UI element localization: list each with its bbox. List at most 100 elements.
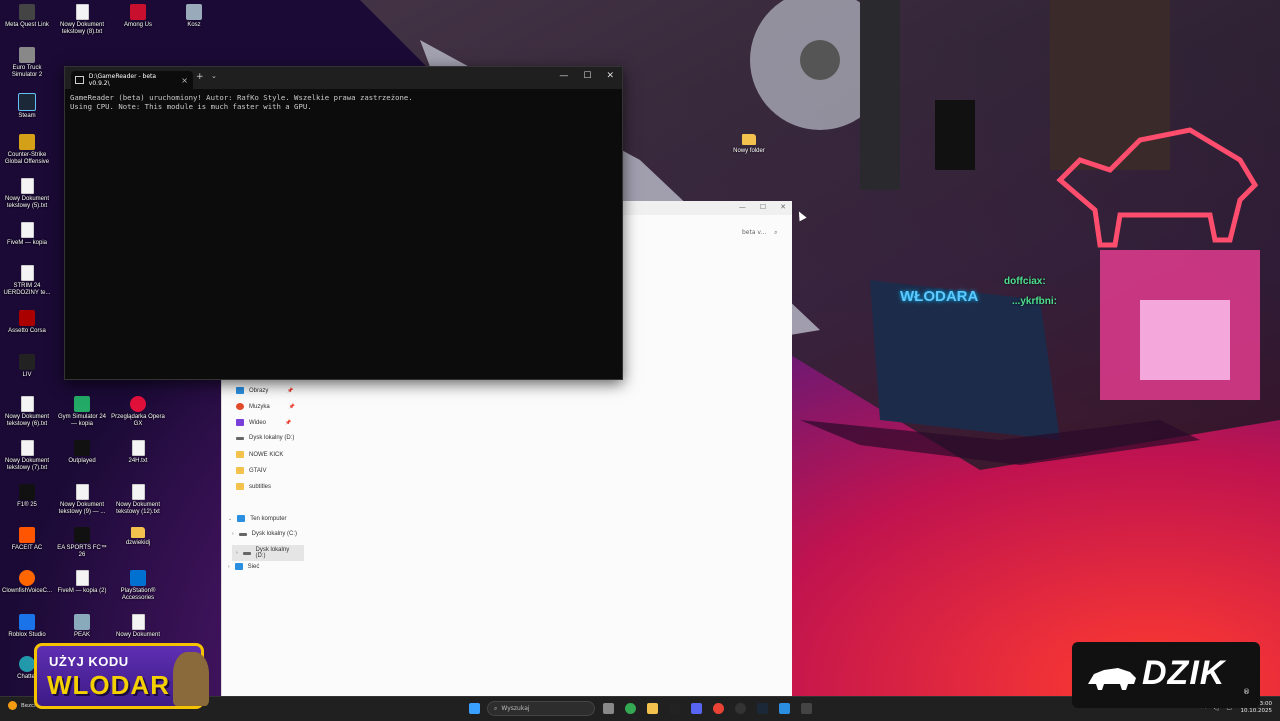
- terminal-titlebar[interactable]: D:\GameReader - beta v0.9.2\ × + ⌄ — ☐ ✕: [65, 67, 622, 89]
- maximize-button[interactable]: ☐: [760, 203, 766, 211]
- opera-gx-icon: [130, 396, 146, 412]
- new-tab-button[interactable]: +: [196, 72, 204, 82]
- desktop-icon-steam[interactable]: Steam: [0, 93, 54, 120]
- folder-icon: [236, 451, 244, 458]
- nav-item-gtaiv[interactable]: GTAIV: [236, 467, 267, 474]
- windows-start-icon[interactable]: [469, 703, 480, 714]
- nav-item-drive-c[interactable]: › Dysk lokalny (C:): [232, 531, 297, 537]
- drive-icon: [236, 436, 244, 440]
- steam-icon: [18, 93, 36, 111]
- obs-icon[interactable]: [735, 703, 746, 714]
- clownfish-icon: [19, 570, 35, 586]
- nav-item-drive-d[interactable]: Dysk lokalny (D:): [236, 435, 294, 441]
- nav-item-music[interactable]: Muzyka 📌: [236, 403, 295, 410]
- close-button[interactable]: ✕: [606, 71, 614, 81]
- tab-dropdown-button[interactable]: ⌄: [211, 72, 217, 80]
- minimize-button[interactable]: —: [559, 71, 568, 81]
- chrome-icon[interactable]: [625, 703, 636, 714]
- desktop-icon-text-doc-6[interactable]: Nowy Dokument tekstowy (6).txt: [0, 396, 54, 428]
- desktop-icon-new-folder[interactable]: Nowy folder: [728, 134, 770, 154]
- file-explorer-icon[interactable]: [647, 703, 658, 714]
- desktop-icon-text-doc-9[interactable]: Nowy Dokument tekstowy (9) — ...: [55, 484, 109, 516]
- desktop-icon-faceit[interactable]: FACEIT AC: [0, 527, 54, 552]
- nav-item-subtitles[interactable]: subtitles: [236, 483, 271, 490]
- promo-line-1: UŻYJ KODU: [49, 654, 129, 669]
- desktop-icon-opera-gx[interactable]: Przeglądarka Opera GX: [111, 396, 165, 428]
- app-icon[interactable]: [669, 703, 680, 714]
- weather-icon: [8, 701, 17, 710]
- folder-icon: [236, 483, 244, 490]
- desktop-icon-dzwiekidj[interactable]: dzwiekidj: [111, 527, 165, 547]
- desktop-icon-clownfish[interactable]: ClownfishVoiceC...: [0, 570, 54, 595]
- text-document-icon: [75, 4, 89, 20]
- network-icon: [234, 563, 243, 570]
- nav-item-drive-d-selected[interactable]: › Dysk lokalny (D:): [232, 545, 304, 561]
- desktop-icon-text-doc-5[interactable]: Nowy Dokument tekstowy (5).txt: [0, 178, 54, 210]
- desktop-icon-among-us[interactable]: Among Us: [111, 4, 165, 29]
- nav-item-nowe-kick[interactable]: NOWE KICK: [236, 451, 283, 458]
- maximize-button[interactable]: ☐: [583, 71, 591, 81]
- text-document-icon: [75, 570, 89, 586]
- text-document-icon: [20, 265, 34, 281]
- text-document-icon: [20, 222, 34, 238]
- chrome-icon[interactable]: [713, 703, 724, 714]
- desktop-icon-gym-simulator[interactable]: Gym Simulator 24 — kopia: [55, 396, 109, 428]
- sponsor-name: DZIK: [1142, 654, 1226, 692]
- taskbar-search-input[interactable]: ⌕ Wyszukaj: [487, 701, 595, 716]
- text-document-icon: [20, 396, 34, 412]
- terminal-window[interactable]: D:\GameReader - beta v0.9.2\ × + ⌄ — ☐ ✕…: [64, 66, 623, 380]
- chevron-right-icon[interactable]: ›: [236, 550, 238, 556]
- nav-item-videos[interactable]: Wideo 📌: [236, 419, 291, 426]
- poster-text: WŁODARA: [900, 288, 979, 305]
- terminal-icon[interactable]: [801, 703, 812, 714]
- desktop-icon-recycle-bin[interactable]: Kosz: [167, 4, 221, 29]
- desktop-icon-f1-25[interactable]: F1® 25: [0, 484, 54, 509]
- desktop-icon-ps-accessories[interactable]: PlayStation® Accessories: [111, 570, 165, 602]
- desktop-icon-peak[interactable]: PEAK: [55, 614, 109, 639]
- terminal-line: GameReader (beta) uruchomiony! Autor: Ra…: [70, 93, 413, 102]
- desktop-icon-meta-quest-link[interactable]: Meta Quest Link: [0, 4, 54, 29]
- text-document-icon: [20, 178, 34, 194]
- explorer-search-input[interactable]: beta v... ⌕: [742, 229, 790, 241]
- chatter-icon: [19, 656, 35, 672]
- nav-item-this-pc[interactable]: ⌄ Ten komputer: [228, 515, 287, 522]
- nav-item-network[interactable]: › Sieć: [228, 563, 259, 570]
- chevron-down-icon[interactable]: ⌄: [228, 516, 232, 522]
- desktop-icon-text-doc[interactable]: Nowy Dokument: [111, 614, 165, 639]
- desktop-icon-fivem-copy-2[interactable]: FiveM — kopia (2): [55, 570, 109, 595]
- steam-icon[interactable]: [757, 703, 768, 714]
- search-icon: ⌕: [494, 704, 498, 712]
- ea-sports-fc-icon: [74, 527, 90, 543]
- desktop-icon-euro-truck[interactable]: Euro Truck Simulator 2: [0, 47, 54, 79]
- terminal-tab[interactable]: D:\GameReader - beta v0.9.2\ ×: [71, 71, 193, 89]
- registered-mark: ®: [1243, 688, 1250, 696]
- text-document-icon: [131, 484, 145, 500]
- desktop-icon-csgo[interactable]: Counter-Strike Global Offensive: [0, 134, 54, 166]
- close-button[interactable]: ✕: [780, 203, 786, 211]
- desktop-icon-outplayed[interactable]: Outplayed: [55, 440, 109, 465]
- desktop-icon-fivem-copy[interactable]: FiveM — kopia: [0, 222, 54, 247]
- recycle-bin-icon: [186, 4, 202, 20]
- terminal-tab-title: D:\GameReader - beta v0.9.2\: [88, 73, 157, 87]
- desktop-icon-ea-fc-26[interactable]: EA SPORTS FC™ 26: [55, 527, 109, 559]
- tab-close-icon[interactable]: ×: [181, 76, 188, 85]
- discord-icon[interactable]: [691, 703, 702, 714]
- nav-item-pictures[interactable]: Obrazy 📌: [236, 387, 294, 394]
- csgo-icon: [19, 134, 35, 150]
- desktop-icon-assetto-corsa[interactable]: Assetto Corsa: [0, 310, 54, 335]
- desktop-icon-24h[interactable]: 24H.txt: [111, 440, 165, 465]
- chevron-right-icon[interactable]: ›: [232, 531, 234, 537]
- terminal-output[interactable]: GameReader (beta) uruchomiony! Autor: Ra…: [65, 89, 622, 115]
- chevron-right-icon[interactable]: ›: [228, 564, 230, 570]
- desktop-icon-text-doc-12[interactable]: Nowy Dokument tekstowy (12).txt: [111, 484, 165, 516]
- desktop-icon-roblox-studio[interactable]: Roblox Studio: [0, 614, 54, 639]
- liv-icon: [19, 354, 35, 370]
- app-icon[interactable]: [779, 703, 790, 714]
- desktop-icon-strim-24[interactable]: STRIM 24 UERDOZINY te...: [0, 265, 54, 297]
- desktop-icon-text-doc-7[interactable]: Nowy Dokument tekstowy (7).txt: [0, 440, 54, 472]
- desktop-icon-text-doc-8[interactable]: Nowy Dokument tekstowy (8).txt: [55, 4, 109, 36]
- among-us-icon: [130, 4, 146, 20]
- desktop-icon-liv[interactable]: LIV: [0, 354, 54, 379]
- task-view-icon[interactable]: [603, 703, 614, 714]
- minimize-button[interactable]: —: [739, 203, 746, 211]
